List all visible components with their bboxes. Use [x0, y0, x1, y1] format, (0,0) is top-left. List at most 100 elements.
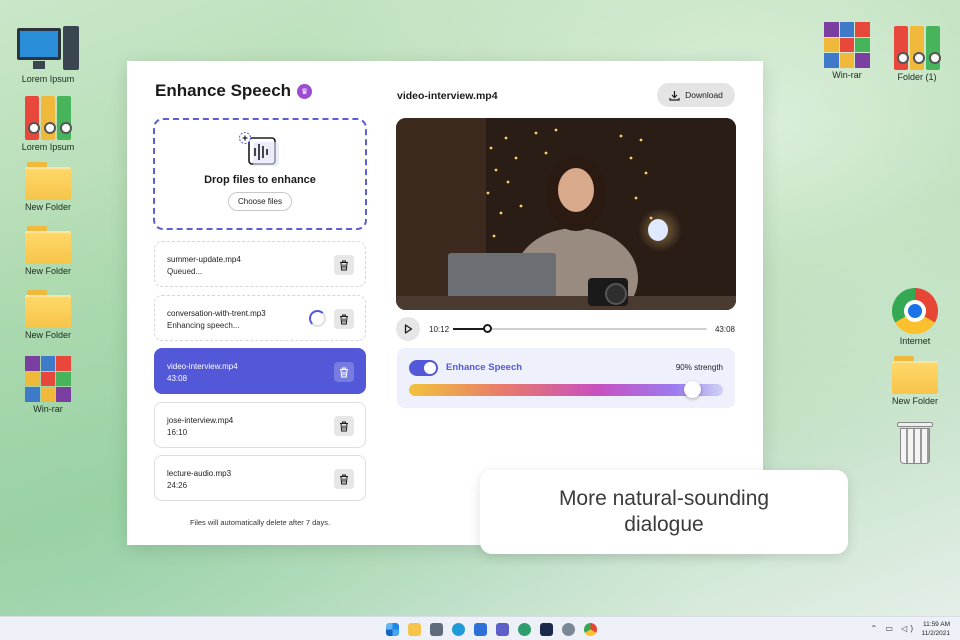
file-item-video-interview[interactable]: video-interview.mp4 43:08: [154, 348, 366, 394]
processing-spinner: [309, 310, 326, 327]
play-button[interactable]: [396, 317, 420, 341]
chrome-icon: [892, 288, 938, 334]
file-explorer-icon[interactable]: [408, 623, 421, 636]
delete-file-button[interactable]: [334, 416, 354, 436]
total-time: 43:08: [714, 325, 735, 334]
desktop-icon-win-rar-right[interactable]: Win-rar: [812, 22, 882, 80]
recycle-bin-icon: [897, 420, 933, 464]
chrome-taskbar-icon[interactable]: [584, 623, 597, 636]
desktop-icon-folder-1[interactable]: Folder (1): [882, 26, 952, 82]
folder-icon: [25, 162, 71, 200]
desktop-icon-lorem-ipsum-pc[interactable]: Lorem Ipsum: [13, 26, 83, 84]
delete-file-button[interactable]: [334, 309, 354, 329]
trash-icon: [340, 314, 348, 324]
file-item-jose-interview[interactable]: jose-interview.mp4 16:10: [154, 402, 366, 448]
file-duration: 16:10: [167, 428, 188, 437]
desktop-icon-new-folder-1[interactable]: New Folder: [13, 162, 83, 212]
desktop-icon-internet[interactable]: Internet: [880, 288, 950, 346]
desktop-icon-new-folder-3[interactable]: New Folder: [13, 290, 83, 340]
video-title: video-interview.mp4: [397, 90, 498, 102]
desktop-icon-new-folder-right[interactable]: New Folder: [880, 356, 950, 406]
camera-icon[interactable]: [430, 623, 443, 636]
choose-files-button[interactable]: Choose files: [227, 192, 293, 211]
taskbar: ⌃ ▭ ◁) 11:59 AM 11/2/2021: [0, 616, 960, 640]
feature-callout: More natural-sounding dialogue: [480, 470, 848, 554]
edge-icon[interactable]: [452, 623, 465, 636]
strength-slider[interactable]: [409, 381, 723, 398]
trash-icon: [340, 367, 348, 377]
trash-icon: [340, 474, 348, 484]
desktop-icon-lorem-ipsum-binder[interactable]: Lorem Ipsum: [13, 96, 83, 152]
download-button[interactable]: Download: [657, 83, 735, 107]
clock[interactable]: 11:59 AM 11/2/2021: [922, 620, 950, 638]
play-icon: [404, 324, 412, 334]
desktop-icon-recycle-bin[interactable]: [880, 420, 950, 464]
desktop-icon-label: Internet: [899, 336, 931, 346]
file-duration: 43:08: [167, 374, 188, 383]
desktop-icon-label: Win-rar: [33, 404, 63, 414]
video-frame-image: [396, 118, 736, 310]
desktop-icon-label: New Folder: [24, 202, 71, 212]
file-name: lecture-audio.mp3: [167, 469, 232, 478]
desktop-icon-label: New Folder: [24, 266, 71, 276]
strength-slider-handle[interactable]: [683, 381, 701, 398]
clock-date: 11/2/2021: [921, 630, 950, 637]
start-icon[interactable]: [386, 623, 399, 636]
winrar-icon: [824, 22, 870, 68]
desktop-icon-new-folder-2[interactable]: New Folder: [13, 226, 83, 276]
app-title: Enhance Speech ♛: [155, 81, 313, 101]
video-controls: 10:12 43:08: [396, 317, 736, 341]
trash-icon: [340, 421, 348, 431]
desktop-icon-label: Win-rar: [832, 70, 862, 80]
seek-bar[interactable]: [453, 324, 707, 333]
delete-file-button[interactable]: [334, 255, 354, 275]
clock-time: 11:59 AM: [923, 621, 950, 628]
trash-icon: [340, 260, 348, 270]
waveform-upload-icon: [239, 132, 281, 170]
desktop-icon-label: New Folder: [24, 330, 71, 340]
binder-icon: [25, 96, 72, 140]
strength-value: 90: [676, 363, 694, 372]
auto-delete-note: Files will automatically delete after 7 …: [189, 518, 331, 527]
desktop-icon-label: Lorem Ipsum: [21, 142, 75, 152]
delete-file-button[interactable]: [334, 469, 354, 489]
desktop-icon-label: New Folder: [891, 396, 938, 406]
strength-label: strength: [694, 363, 723, 372]
app-title-text: Enhance Speech: [155, 81, 292, 100]
enhance-speech-toggle[interactable]: [409, 360, 438, 376]
computer-icon: [17, 26, 79, 72]
settings-icon[interactable]: [562, 623, 575, 636]
desktop-icon-label: Folder (1): [897, 72, 937, 82]
video-preview[interactable]: [396, 118, 736, 310]
desktop-icon-label: Lorem Ipsum: [21, 74, 75, 84]
strength-readout: 90strength: [676, 363, 723, 372]
binder-icon: [894, 26, 941, 70]
file-item-summer-update[interactable]: summer-update.mp4 Queued...: [154, 241, 366, 287]
folder-icon: [25, 290, 71, 328]
file-name: conversation-with-trent.mp3: [167, 309, 266, 318]
desktop-icon-win-rar-left[interactable]: Win-rar: [13, 356, 83, 414]
seek-bar-progress: [453, 328, 488, 330]
delete-file-button[interactable]: [334, 362, 354, 382]
file-duration: 24:26: [167, 481, 188, 490]
maps-icon[interactable]: [518, 623, 531, 636]
system-tray-icons[interactable]: ⌃ ▭ ◁): [870, 624, 916, 633]
file-dropzone[interactable]: Drop files to enhance Choose files: [153, 118, 367, 230]
callout-text: More natural-sounding dialogue: [558, 487, 770, 536]
download-icon: [669, 90, 680, 101]
file-status: Queued...: [167, 267, 203, 276]
file-item-lecture-audio[interactable]: lecture-audio.mp3 24:26: [154, 455, 366, 501]
download-label: Download: [685, 90, 723, 100]
crown-icon: ♛: [297, 83, 313, 99]
store-icon[interactable]: [474, 623, 487, 636]
seek-bar-handle[interactable]: [483, 324, 493, 333]
app-icon[interactable]: [540, 623, 553, 636]
enhance-speech-label: Enhance Speech: [446, 362, 523, 373]
file-item-conversation-with-trent[interactable]: conversation-with-trent.mp3 Enhancing sp…: [154, 295, 366, 341]
winrar-icon: [25, 356, 71, 402]
enhance-speech-panel: Enhance Speech 90strength: [397, 348, 735, 408]
current-time: 10:12: [429, 325, 450, 334]
file-name: jose-interview.mp4: [167, 416, 234, 425]
teams-icon[interactable]: [496, 623, 509, 636]
file-status: Enhancing speech...: [167, 321, 240, 330]
